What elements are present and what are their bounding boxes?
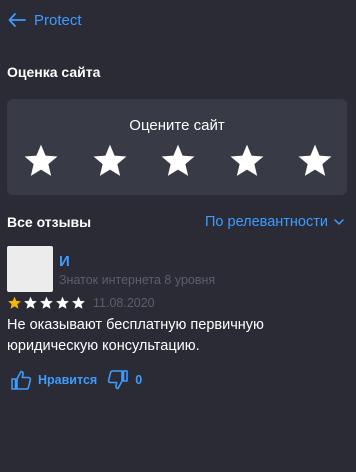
rate-star-4[interactable]	[228, 143, 266, 179]
dislike-count: 0	[135, 373, 143, 387]
sort-dropdown[interactable]: По релевантности	[205, 214, 344, 230]
star-filled-icon	[8, 296, 21, 309]
star-empty-icon	[56, 296, 69, 309]
back-link[interactable]: Protect	[8, 10, 82, 30]
like-label: Нравится	[38, 373, 98, 387]
sort-label: По релевантности	[204, 214, 328, 230]
arrow-left-icon	[8, 13, 26, 27]
review-rating	[7, 296, 86, 310]
back-label: Protect	[34, 11, 82, 29]
review-actions: Нравится 0	[10, 370, 142, 390]
avatar[interactable]	[7, 246, 53, 292]
rate-star-1[interactable]	[22, 143, 60, 179]
thumbs-down-icon	[107, 370, 129, 390]
author-level: Знаток интернета 8 уровня	[59, 273, 216, 287]
rate-star-2[interactable]	[91, 143, 129, 179]
thumbs-up-icon	[10, 370, 32, 390]
review-date: 11.08.2020	[93, 296, 155, 310]
rate-site-card: Оцените сайт	[7, 99, 347, 195]
like-button[interactable]: Нравится	[10, 370, 97, 390]
star-empty-icon	[72, 296, 85, 309]
review-author[interactable]: И	[59, 253, 70, 270]
rate-prompt: Оцените сайт	[129, 117, 225, 134]
review-text: Не оказывают бесплатную первичную юридич…	[7, 317, 264, 354]
rate-star-5[interactable]	[296, 143, 334, 179]
star-empty-icon	[40, 296, 53, 309]
reviews-title: Все отзывы	[7, 214, 92, 230]
rate-star-3[interactable]	[159, 143, 197, 179]
rate-stars	[22, 143, 334, 179]
rating-section-title: Оценка сайта	[7, 64, 101, 80]
dislike-button[interactable]: 0	[107, 370, 142, 390]
chevron-down-icon	[334, 218, 344, 226]
star-empty-icon	[24, 296, 37, 309]
reviews-header: Все отзывы По релевантности	[7, 214, 344, 230]
